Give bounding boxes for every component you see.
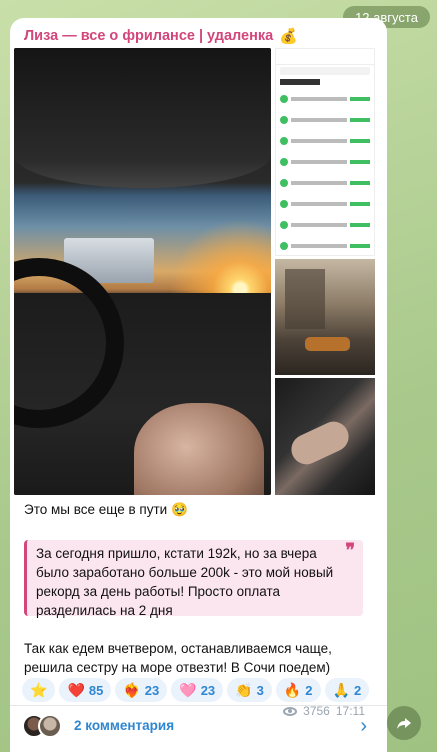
comments-label: 2 комментария: [74, 718, 175, 733]
photo-bank-statement[interactable]: [275, 48, 375, 256]
channel-message: Лиза — все о фрилансе | удаленка 💰 Это м…: [10, 18, 387, 752]
star-icon: ⭐: [30, 681, 48, 698]
folded-hands-icon: 🙏: [332, 681, 350, 698]
channel-name[interactable]: Лиза — все о фрилансе | удаленка 💰: [24, 27, 298, 45]
comments-button[interactable]: 2 комментария ›: [10, 705, 387, 745]
reaction-count: 2: [353, 682, 362, 698]
photo-holding-hands[interactable]: [275, 378, 375, 495]
share-arrow-icon: [397, 718, 411, 729]
message-text-2: Так как едем вчетвером, останавливаемся …: [24, 641, 332, 675]
media-album: [14, 48, 375, 495]
message-text-1: Это мы все еще в пути 🥹: [24, 502, 188, 518]
reaction-count: 85: [88, 682, 104, 698]
photo-car-sunset[interactable]: [14, 48, 271, 495]
quote-mark-icon: ❞: [345, 540, 355, 561]
photo-city-street[interactable]: [275, 259, 375, 375]
teary-face-icon: 🥹: [170, 502, 188, 517]
reaction-count: 3: [256, 682, 264, 698]
channel-title: Лиза — все о фрилансе | удаленка: [24, 28, 274, 44]
reactions-bar: ⭐ ❤️ 85 ❤️‍🔥 23 🩷 23 👏 3 🔥 2 🙏 2: [22, 678, 370, 702]
message-text-1-body: Это мы все еще в пути: [24, 502, 168, 517]
red-heart-icon: ❤️: [67, 681, 85, 698]
share-button[interactable]: [387, 706, 421, 740]
fire-icon: 🔥: [283, 681, 302, 698]
quote-text: За сегодня пришло, кстати 192k, но за вч…: [36, 546, 334, 618]
reaction-star[interactable]: ⭐: [22, 678, 56, 702]
money-bag-icon: 💰: [279, 28, 298, 45]
reaction-folded-hands[interactable]: 🙏 2: [324, 678, 370, 702]
heart-on-fire-icon: ❤️‍🔥: [123, 681, 141, 698]
chevron-right-icon: ›: [360, 715, 367, 737]
clapping-hands-icon: 👏: [235, 681, 253, 698]
reaction-clapping-hands[interactable]: 👏 3: [227, 678, 272, 702]
reaction-fire[interactable]: 🔥 2: [275, 678, 321, 702]
reaction-count: 2: [305, 682, 313, 698]
quote-block: За сегодня пришло, кстати 192k, но за вч…: [24, 540, 363, 618]
reaction-red-heart[interactable]: ❤️ 85: [59, 678, 112, 702]
avatar: [38, 713, 62, 738]
commenter-avatars: [22, 713, 62, 738]
reaction-count: 23: [200, 682, 216, 698]
reaction-pink-heart[interactable]: 🩷 23: [171, 678, 224, 702]
reaction-count: 23: [144, 682, 160, 698]
reaction-heart-on-fire[interactable]: ❤️‍🔥 23: [115, 678, 168, 702]
pink-heart-icon: 🩷: [179, 681, 197, 698]
